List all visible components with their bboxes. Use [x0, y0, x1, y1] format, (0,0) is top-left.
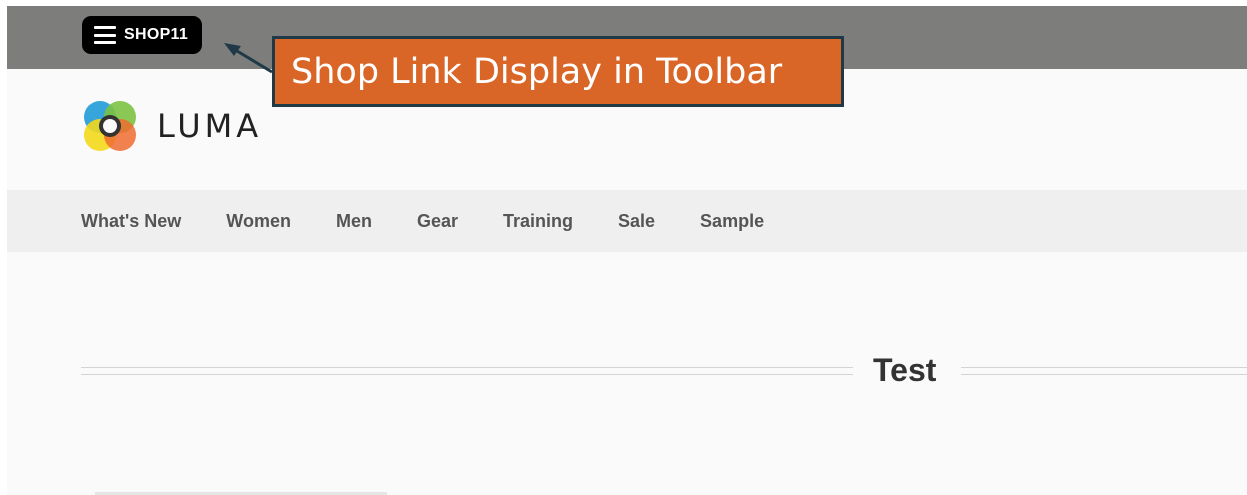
annotation-callout: Shop Link Display in Toolbar: [272, 36, 844, 107]
shop-switcher-button[interactable]: SHOP11: [82, 16, 203, 54]
nav-item-women[interactable]: Women: [226, 211, 291, 232]
heading-divider-right: [961, 367, 1247, 375]
luma-logo[interactable]: LUMA: [81, 97, 262, 155]
nav-item-training[interactable]: Training: [503, 211, 573, 232]
luma-logo-icon: [84, 101, 136, 151]
section-heading-row: Test: [81, 346, 1247, 396]
shop-switcher-label: SHOP11: [124, 26, 189, 43]
nav-item-whats-new[interactable]: What's New: [81, 211, 181, 232]
nav-item-men[interactable]: Men: [336, 211, 372, 232]
logo-wordmark: LUMA: [157, 107, 263, 145]
nav-item-sale[interactable]: Sale: [618, 211, 655, 232]
heading-divider-left: [81, 367, 853, 375]
hamburger-menu-icon: [94, 26, 116, 44]
section-title: Test: [873, 352, 937, 388]
nav-item-sample[interactable]: Sample: [700, 211, 764, 232]
main-navigation: What's New Women Men Gear Training Sale …: [7, 190, 1247, 252]
nav-item-gear[interactable]: Gear: [417, 211, 458, 232]
